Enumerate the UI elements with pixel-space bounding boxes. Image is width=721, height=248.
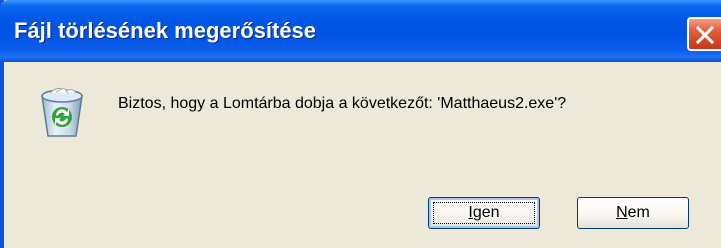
- confirm-delete-dialog: Fájl törlésének megerősítése Biztos, hog…: [0, 0, 721, 248]
- close-x-icon: [695, 25, 715, 45]
- yes-button[interactable]: Igen: [428, 197, 540, 229]
- title-bar[interactable]: Fájl törlésének megerősítése: [0, 0, 721, 62]
- yes-button-label: Igen: [468, 204, 500, 221]
- no-button-label: Nem: [616, 204, 650, 221]
- window-title: Fájl törlésének megerősítése: [14, 18, 317, 43]
- close-button[interactable]: [687, 17, 721, 51]
- dialog-body: Biztos, hogy a Lomtárba dobja a következ…: [4, 62, 721, 248]
- recycle-bin-icon: [41, 87, 83, 137]
- no-button[interactable]: Nem: [577, 197, 689, 229]
- confirmation-message: Biztos, hogy a Lomtárba dobja a következ…: [118, 95, 567, 112]
